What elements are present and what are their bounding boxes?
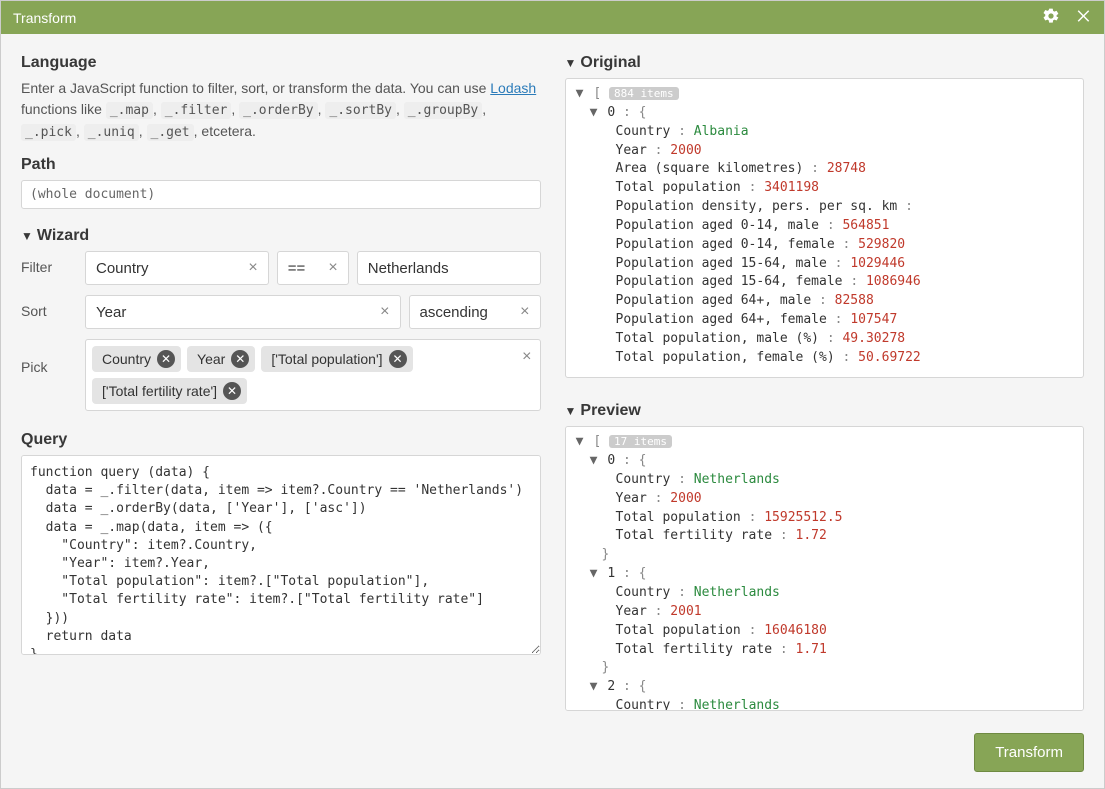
transform-button[interactable]: Transform — [974, 733, 1084, 772]
titlebar-title: Transform — [13, 10, 76, 26]
pick-tag: ['Total population']✕ — [261, 346, 412, 372]
item-count-badge: 884 items — [609, 87, 679, 100]
query-textarea[interactable]: function query (data) { data = _.filter(… — [21, 455, 541, 655]
chevron-down-icon[interactable]: ▼ — [565, 404, 577, 418]
sort-row: Sort × × — [21, 295, 541, 329]
lodash-link[interactable]: Lodash — [490, 80, 536, 96]
wizard-heading[interactable]: ▼Wizard — [21, 227, 541, 245]
gear-icon[interactable] — [1042, 7, 1060, 28]
content: Language Enter a JavaScript function to … — [1, 34, 1104, 721]
language-description: Enter a JavaScript function to filter, s… — [21, 78, 541, 142]
toggle-icon[interactable]: ▼ — [588, 678, 600, 697]
language-heading: Language — [21, 54, 541, 72]
pick-label: Pick — [21, 339, 85, 375]
sort-dir-input[interactable]: × — [409, 295, 541, 329]
clear-icon[interactable]: × — [326, 260, 339, 276]
pick-tag: Year✕ — [187, 346, 255, 372]
right-column: ▼Original ▼ [ 884 items ▼ 0 : { Country … — [565, 54, 1085, 711]
clear-icon[interactable]: × — [522, 348, 531, 366]
close-icon[interactable] — [1074, 7, 1092, 28]
pick-tag: ['Total fertility rate']✕ — [92, 378, 247, 404]
toggle-icon[interactable]: ▼ — [588, 104, 600, 123]
pick-tag: Country✕ — [92, 346, 181, 372]
example-pick: _.pick — [21, 124, 76, 141]
query-heading: Query — [21, 431, 541, 449]
titlebar-actions — [1042, 7, 1092, 28]
example-uniq: _.uniq — [84, 124, 139, 141]
path-heading: Path — [21, 156, 541, 174]
footer: Transform — [1, 721, 1104, 788]
toggle-icon[interactable]: ▼ — [574, 433, 586, 452]
original-heading[interactable]: ▼Original — [565, 54, 1085, 72]
clear-icon[interactable]: × — [378, 304, 391, 320]
filter-row: Filter × × — [21, 251, 541, 285]
filter-value-input[interactable] — [357, 251, 541, 285]
pick-row: Pick Country✕ Year✕ ['Total population']… — [21, 339, 541, 411]
sort-label: Sort — [21, 295, 85, 319]
filter-op-input[interactable]: × — [277, 251, 349, 285]
remove-tag-icon[interactable]: ✕ — [231, 350, 249, 368]
sort-field-input[interactable]: × — [85, 295, 401, 329]
transform-modal: Transform Language Enter a JavaScript fu… — [0, 0, 1105, 789]
original-json[interactable]: ▼ [ 884 items ▼ 0 : { Country : Albania … — [565, 78, 1085, 378]
titlebar: Transform — [1, 1, 1104, 34]
chevron-down-icon[interactable]: ▼ — [21, 229, 33, 243]
filter-label: Filter — [21, 251, 85, 275]
example-sortby: _.sortBy — [325, 102, 396, 119]
toggle-icon[interactable]: ▼ — [574, 85, 586, 104]
toggle-icon[interactable]: ▼ — [588, 452, 600, 471]
remove-tag-icon[interactable]: ✕ — [157, 350, 175, 368]
clear-icon[interactable]: × — [246, 260, 259, 276]
example-filter: _.filter — [161, 102, 232, 119]
example-get: _.get — [147, 124, 194, 141]
example-groupby: _.groupBy — [404, 102, 482, 119]
original-section: ▼Original ▼ [ 884 items ▼ 0 : { Country … — [565, 54, 1085, 378]
path-input[interactable] — [21, 180, 541, 209]
preview-section: ▼Preview ▼ [ 17 items ▼ 0 : { Country : … — [565, 402, 1085, 711]
preview-json[interactable]: ▼ [ 17 items ▼ 0 : { Country : Netherlan… — [565, 426, 1085, 711]
clear-icon[interactable]: × — [518, 304, 531, 320]
pick-input[interactable]: Country✕ Year✕ ['Total population']✕ ['T… — [85, 339, 541, 411]
example-map: _.map — [106, 102, 153, 119]
item-count-badge: 17 items — [609, 435, 672, 448]
preview-heading[interactable]: ▼Preview — [565, 402, 1085, 420]
example-orderby: _.orderBy — [239, 102, 317, 119]
remove-tag-icon[interactable]: ✕ — [389, 350, 407, 368]
remove-tag-icon[interactable]: ✕ — [223, 382, 241, 400]
left-column: Language Enter a JavaScript function to … — [21, 54, 541, 711]
toggle-icon[interactable]: ▼ — [588, 565, 600, 584]
chevron-down-icon[interactable]: ▼ — [565, 56, 577, 70]
filter-field-input[interactable]: × — [85, 251, 269, 285]
